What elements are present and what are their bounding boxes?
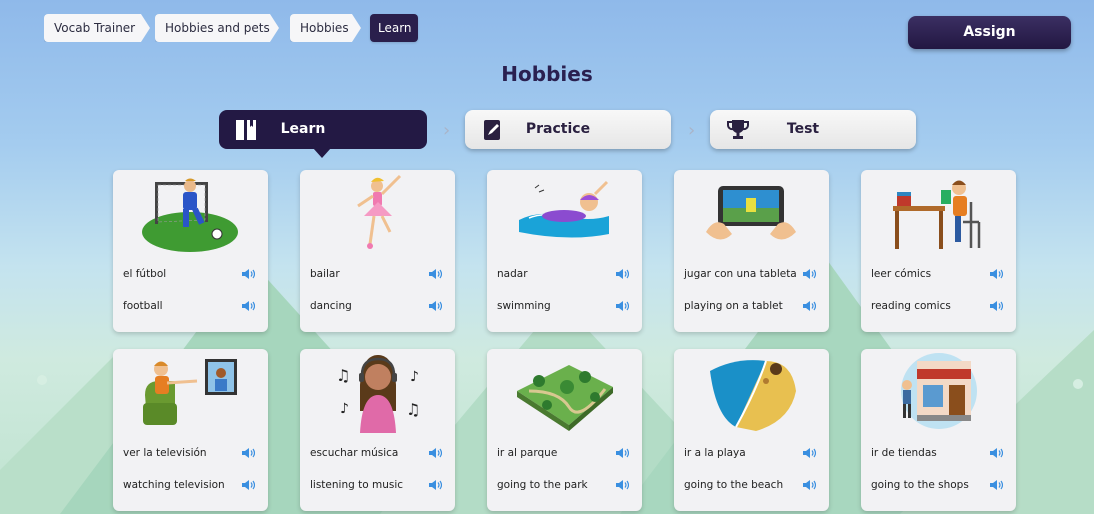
speaker-icon[interactable]: [615, 268, 629, 280]
speaker-icon[interactable]: [241, 447, 255, 459]
card-translation: going to the park: [497, 478, 588, 491]
speaker-icon[interactable]: [989, 300, 1003, 312]
speaker-icon[interactable]: [802, 300, 816, 312]
speaker-icon[interactable]: [615, 479, 629, 491]
vocab-card[interactable]: nadar swimming: [487, 170, 642, 332]
shops-icon: [901, 353, 977, 429]
dancer-icon: [357, 174, 402, 249]
speaker-icon[interactable]: [615, 300, 629, 312]
svg-text:♪: ♪: [410, 369, 419, 385]
breadcrumb-learn: Learn: [370, 14, 418, 42]
speaker-icon[interactable]: [241, 268, 255, 280]
tab-practice-label: Practice: [525, 121, 591, 137]
breadcrumb-hobbies[interactable]: Hobbies: [290, 14, 361, 42]
tab-test[interactable]: Test: [710, 110, 916, 149]
park-icon: [517, 365, 613, 431]
speaker-icon[interactable]: [989, 479, 1003, 491]
card-translation: swimming: [497, 299, 551, 312]
tv-icon: [143, 359, 237, 425]
card-translation: football: [123, 299, 163, 312]
vocab-card[interactable]: ir a la playa going to the beach: [674, 349, 829, 511]
speaker-icon[interactable]: [802, 479, 816, 491]
vocab-card[interactable]: ir al parque going to the park: [487, 349, 642, 511]
card-word: ir a la playa: [684, 446, 746, 459]
speaker-icon[interactable]: [428, 447, 442, 459]
chevron-right-icon: ›: [443, 120, 451, 141]
card-translation: dancing: [310, 299, 352, 312]
swimmer-icon: [519, 180, 609, 238]
card-translation: going to the beach: [684, 478, 784, 491]
vocab-card[interactable]: ♫ ♪ ♪ ♫ escuchar música listening to mus…: [300, 349, 455, 511]
speaker-icon[interactable]: [428, 268, 442, 280]
football-icon: [142, 178, 238, 252]
breadcrumb-vocab-trainer[interactable]: Vocab Trainer: [44, 14, 150, 42]
speaker-icon[interactable]: [802, 447, 816, 459]
card-word: jugar con una tableta: [684, 267, 797, 280]
speaker-icon[interactable]: [428, 300, 442, 312]
tab-practice[interactable]: Practice: [465, 110, 671, 149]
vocab-card[interactable]: ver la televisión watching television: [113, 349, 268, 511]
vocab-card[interactable]: jugar con una tableta playing on a table…: [674, 170, 829, 332]
svg-text:♫: ♫: [406, 400, 420, 419]
speaker-icon[interactable]: [241, 300, 255, 312]
tab-test-label: Test: [786, 121, 820, 137]
speaker-icon[interactable]: [615, 447, 629, 459]
vocab-card[interactable]: bailar dancing: [300, 170, 455, 332]
reading-icon: [893, 180, 981, 249]
tablet-icon: [706, 186, 796, 240]
svg-text:♫: ♫: [336, 366, 350, 385]
chevron-right-icon: ›: [688, 120, 696, 141]
vocab-card[interactable]: ir de tiendas going to the shops: [861, 349, 1016, 511]
vocab-card[interactable]: el fútbol football: [113, 170, 268, 332]
card-word: nadar: [497, 267, 528, 280]
tab-learn-label: Learn: [280, 121, 326, 137]
speaker-icon[interactable]: [989, 268, 1003, 280]
card-translation: going to the shops: [871, 478, 969, 491]
card-translation: reading comics: [871, 299, 951, 312]
beach-icon: [710, 360, 796, 431]
page-title: Hobbies: [501, 62, 593, 86]
speaker-icon[interactable]: [989, 447, 1003, 459]
assign-button[interactable]: Assign: [908, 16, 1071, 49]
card-translation: listening to music: [310, 478, 404, 491]
card-word: escuchar música: [310, 446, 399, 459]
svg-text:♪: ♪: [340, 401, 349, 417]
card-word: ver la televisión: [123, 446, 207, 459]
speaker-icon[interactable]: [241, 479, 255, 491]
card-translation: watching television: [123, 478, 225, 491]
card-word: ir al parque: [497, 446, 558, 459]
card-word: leer cómics: [871, 267, 932, 280]
card-word: ir de tiendas: [871, 446, 937, 459]
speaker-icon[interactable]: [802, 268, 816, 280]
speaker-icon[interactable]: [428, 479, 442, 491]
card-word: bailar: [310, 267, 340, 280]
breadcrumb-hobbies-and-pets[interactable]: Hobbies and pets: [155, 14, 279, 42]
card-word: el fútbol: [123, 267, 167, 280]
vocab-card[interactable]: leer cómics reading comics: [861, 170, 1016, 332]
music-icon: ♫ ♪ ♪ ♫: [336, 355, 420, 433]
tab-learn[interactable]: Learn: [219, 110, 427, 158]
card-translation: playing on a tablet: [684, 299, 783, 312]
